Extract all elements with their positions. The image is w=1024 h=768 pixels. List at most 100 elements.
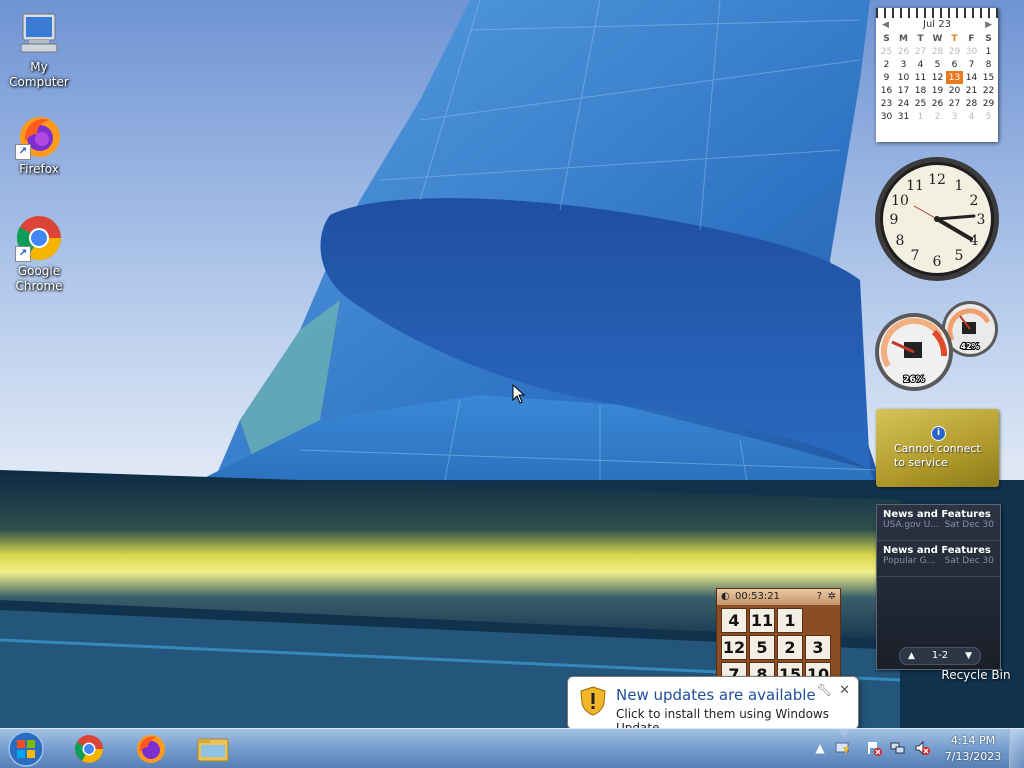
feed-item-title: News and Features f... [883, 509, 994, 520]
feed-item[interactable]: News and Features f... Popular G... Sat … [877, 541, 1000, 577]
previous-month-icon[interactable]: ◀ [882, 18, 889, 32]
calendar-day[interactable]: 24 [895, 97, 912, 110]
feed-item-source: Popular G... [883, 556, 936, 566]
taskbar-chrome-button[interactable] [64, 731, 114, 767]
clock-face: 12 1 2 3 4 5 6 7 8 9 10 11 [875, 157, 999, 281]
feed-previous-icon[interactable]: ▲ [908, 648, 915, 664]
volume-muted-icon[interactable] [914, 740, 930, 756]
calendar-day[interactable]: 27 [946, 97, 963, 110]
calendar-day[interactable]: 5 [929, 58, 946, 71]
desktop-icon-firefox[interactable]: ↗ Firefox [1, 112, 77, 177]
puzzle-help-icon[interactable]: ? [817, 589, 822, 605]
feed-item-date: Sat Dec 30 [944, 520, 994, 530]
calendar-day[interactable]: 3 [946, 110, 963, 123]
clock-numeral: 12 [928, 172, 946, 188]
feed-item-title: News and Features f... [883, 545, 994, 556]
calendar-day[interactable]: 28 [963, 97, 980, 110]
desktop-icon-my-computer[interactable]: My Computer [1, 10, 77, 90]
calendar-day[interactable]: 2 [929, 110, 946, 123]
desktop-icon-recycle-bin[interactable]: Recycle Bin [938, 620, 1014, 682]
calendar-grid: S M T W T F S 25 26 27 28 29 30 1 2 3 4 … [878, 32, 997, 123]
calendar-gadget[interactable]: ◀ Jul 23 ▶ S M T W T F S 25 26 27 28 29 … [876, 8, 998, 142]
show-desktop-button[interactable] [1009, 729, 1024, 768]
calendar-day[interactable]: 2 [878, 58, 895, 71]
close-icon[interactable]: ✕ [839, 683, 850, 698]
next-month-icon[interactable]: ▶ [985, 18, 992, 32]
puzzle-tile[interactable]: 11 [749, 608, 775, 633]
calendar-day[interactable]: 3 [895, 58, 912, 71]
calendar-day[interactable]: 20 [946, 84, 963, 97]
clock-gadget[interactable]: 12 1 2 3 4 5 6 7 8 9 10 11 [874, 156, 1000, 282]
action-center-icon[interactable] [866, 740, 882, 756]
calendar-day[interactable]: 8 [980, 58, 997, 71]
puzzle-titlebar: ◐ 00:53:21 ? ✲ [717, 589, 840, 605]
calendar-day-today[interactable]: 13 [946, 71, 963, 84]
feed-item[interactable]: News and Features f... USA.gov U... Sat … [877, 505, 1000, 541]
puzzle-tile[interactable]: 4 [721, 608, 747, 633]
calendar-day[interactable]: 28 [929, 45, 946, 58]
memory-percent-label: 42% [960, 342, 979, 351]
puzzle-tile[interactable]: 12 [721, 635, 747, 660]
calendar-day[interactable]: 22 [980, 84, 997, 97]
desktop-icon-label: Recycle Bin [941, 668, 1011, 682]
calendar-day[interactable]: 6 [946, 58, 963, 71]
puzzle-tile[interactable]: 1 [777, 608, 803, 633]
calendar-day[interactable]: 17 [895, 84, 912, 97]
update-notification-balloon[interactable]: New updates are available Click to insta… [567, 676, 859, 739]
calendar-day[interactable]: 1 [980, 45, 997, 58]
desktop-icon-label: Firefox [19, 162, 59, 176]
taskbar-firefox-button[interactable] [126, 731, 176, 767]
shortcut-arrow-icon: ↗ [15, 246, 31, 262]
calendar-day[interactable]: 5 [980, 110, 997, 123]
calendar-day[interactable]: 31 [895, 110, 912, 123]
show-hidden-icons-icon[interactable]: ▲ [812, 740, 828, 756]
weather-gadget[interactable]: i Cannot connect to service [876, 409, 999, 487]
calendar-day[interactable]: 25 [878, 45, 895, 58]
calendar-day[interactable]: 25 [912, 97, 929, 110]
taskbar-explorer-button[interactable] [188, 731, 238, 767]
weekday-header: S [985, 33, 992, 44]
calendar-day[interactable]: 18 [912, 84, 929, 97]
calendar-day[interactable]: 23 [878, 97, 895, 110]
puzzle-tile[interactable]: 5 [749, 635, 775, 660]
puzzle-pause-icon[interactable]: ◐ [721, 589, 730, 605]
calendar-day[interactable]: 29 [980, 97, 997, 110]
system-tray: ▲ [810, 729, 940, 768]
calendar-day[interactable]: 1 [912, 110, 929, 123]
calendar-day[interactable]: 7 [963, 58, 980, 71]
calendar-day[interactable]: 10 [895, 71, 912, 84]
network-icon[interactable] [890, 740, 906, 756]
calendar-day[interactable]: 30 [963, 45, 980, 58]
folder-icon [197, 738, 229, 762]
options-wrench-icon[interactable]: 🔧︎ [817, 683, 832, 697]
windows-update-tray-icon[interactable] [834, 740, 850, 756]
start-button[interactable] [4, 730, 48, 768]
feed-item-meta: Popular G... Sat Dec 30 [883, 556, 994, 566]
calendar-day[interactable]: 12 [929, 71, 946, 84]
puzzle-shuffle-icon[interactable]: ✲ [828, 589, 836, 605]
calendar-day[interactable]: 4 [912, 58, 929, 71]
calendar-day[interactable]: 19 [929, 84, 946, 97]
desktop-icon-google-chrome[interactable]: ↗ Google Chrome [1, 214, 77, 294]
feed-item-meta: USA.gov U... Sat Dec 30 [883, 520, 994, 530]
calendar-day[interactable]: 29 [946, 45, 963, 58]
calendar-day[interactable]: 16 [878, 84, 895, 97]
taskbar-clock[interactable]: 4:14 PM 7/13/2023 [940, 733, 1006, 765]
picture-puzzle-gadget[interactable]: ◐ 00:53:21 ? ✲ 4 11 1 12 5 2 3 7 8 15 10 [716, 588, 841, 690]
calendar-day[interactable]: 27 [912, 45, 929, 58]
puzzle-tile[interactable]: 3 [805, 635, 831, 660]
calendar-day[interactable]: 4 [963, 110, 980, 123]
calendar-day[interactable]: 11 [912, 71, 929, 84]
puzzle-tile[interactable]: 2 [777, 635, 803, 660]
calendar-day[interactable]: 26 [895, 45, 912, 58]
calendar-day[interactable]: 15 [980, 71, 997, 84]
calendar-day[interactable]: 21 [963, 84, 980, 97]
desktop-wallpaper [0, 0, 1024, 728]
calendar-day[interactable]: 14 [963, 71, 980, 84]
calendar-day[interactable]: 26 [929, 97, 946, 110]
calendar-day[interactable]: 9 [878, 71, 895, 84]
computer-icon [15, 10, 63, 58]
calendar-day[interactable]: 30 [878, 110, 895, 123]
cpu-meter-gadget[interactable]: 42% 26% [874, 300, 1000, 392]
weekday-header: M [899, 33, 908, 44]
